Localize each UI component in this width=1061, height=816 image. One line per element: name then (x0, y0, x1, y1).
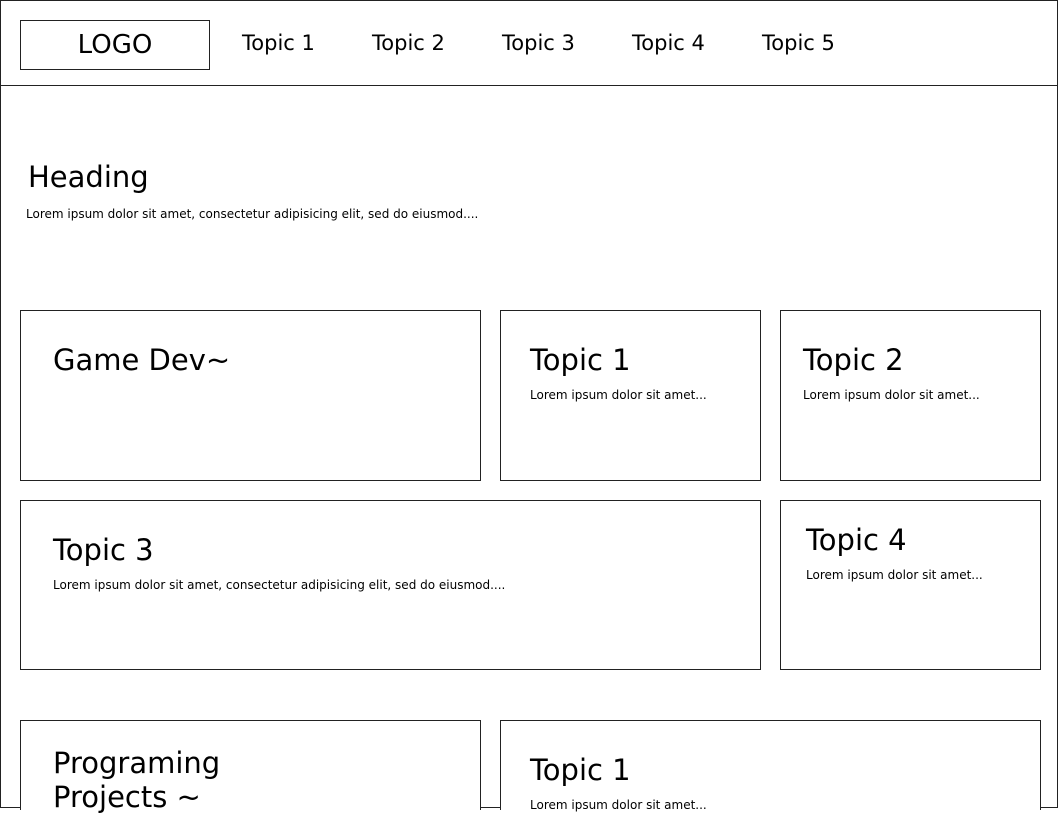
card-topic-1-bottom-title: Topic 1 (530, 753, 631, 787)
card-topic-4[interactable]: Topic 4 Lorem ipsum dolor sit amet... (780, 500, 1041, 670)
nav-topic-4[interactable]: Topic 4 (632, 31, 705, 55)
card-game-dev[interactable]: Game Dev~ (20, 310, 481, 481)
nav-topic-1[interactable]: Topic 1 (242, 31, 315, 55)
header: LOGO Topic 1 Topic 2 Topic 3 Topic 4 Top… (0, 0, 1058, 86)
card-topic-1-text: Lorem ipsum dolor sit amet... (530, 388, 707, 402)
card-programming-title: Programing Projects ~ (53, 746, 220, 814)
nav-topic-2[interactable]: Topic 2 (372, 31, 445, 55)
card-programming-title-line-1: Programing (53, 746, 221, 780)
card-topic-1-bottom-text: Lorem ipsum dolor sit amet... (530, 798, 707, 812)
card-topic-1[interactable]: Topic 1 Lorem ipsum dolor sit amet... (500, 310, 761, 481)
card-topic-2[interactable]: Topic 2 Lorem ipsum dolor sit amet... (780, 310, 1041, 481)
nav-topic-3[interactable]: Topic 3 (502, 31, 575, 55)
card-topic-3-text: Lorem ipsum dolor sit amet, consectetur … (53, 578, 506, 592)
card-game-dev-title: Game Dev~ (53, 343, 231, 377)
card-topic-3-title: Topic 3 (53, 533, 154, 567)
hero-heading: Heading (28, 160, 149, 194)
card-topic-4-title: Topic 4 (806, 523, 907, 557)
card-topic-2-title: Topic 2 (803, 343, 904, 377)
nav-topic-5[interactable]: Topic 5 (762, 31, 835, 55)
card-topic-1-bottom[interactable]: Topic 1 Lorem ipsum dolor sit amet... (500, 720, 1041, 812)
card-topic-3[interactable]: Topic 3 Lorem ipsum dolor sit amet, cons… (20, 500, 761, 670)
card-topic-1-title: Topic 1 (530, 343, 631, 377)
card-topic-4-text: Lorem ipsum dolor sit amet... (806, 568, 983, 582)
logo[interactable]: LOGO (20, 20, 210, 70)
card-programming-title-line-2: Projects ~ (53, 780, 201, 814)
card-programming-projects[interactable]: Programing Projects ~ (20, 720, 481, 814)
hero-text: Lorem ipsum dolor sit amet, consectetur … (26, 207, 479, 221)
card-topic-2-text: Lorem ipsum dolor sit amet... (803, 388, 980, 402)
